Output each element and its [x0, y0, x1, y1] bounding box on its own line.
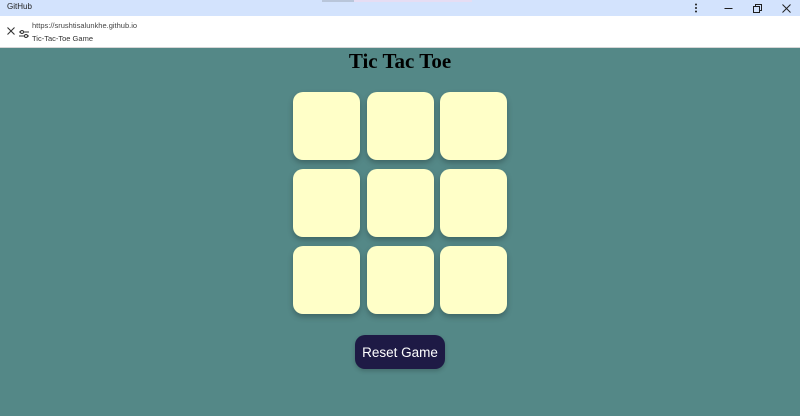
site-settings-button[interactable] [19, 26, 29, 38]
tune-icon [19, 30, 29, 38]
minimize-button[interactable] [714, 0, 742, 16]
menu-button[interactable] [682, 0, 710, 16]
game-board [293, 92, 507, 314]
tab-strip-fragment [354, 0, 472, 2]
page-url[interactable]: https://srushtisalunkhe.github.io [32, 21, 137, 30]
window-titlebar: GitHub [0, 0, 800, 16]
close-icon [7, 27, 15, 35]
board-cell-6[interactable] [440, 169, 507, 237]
board-cell-9[interactable] [440, 246, 507, 314]
close-icon [781, 3, 791, 13]
minimize-icon [724, 7, 732, 9]
vertical-dots-icon [695, 3, 697, 13]
board-cell-8[interactable] [366, 246, 434, 314]
restore-button[interactable] [743, 0, 771, 16]
board-cell-1[interactable] [293, 92, 360, 160]
page-title: Tic-Tac-Toe Game [32, 34, 93, 43]
board-cell-7[interactable] [293, 246, 360, 314]
game-title: Tic Tac Toe [348, 49, 452, 73]
tab-strip-fragment [322, 0, 354, 2]
app-name: GitHub [7, 2, 32, 11]
address-bar: https://srushtisalunkhe.github.io Tic-Ta… [0, 16, 800, 48]
restore-icon [752, 3, 762, 13]
window-close-button[interactable] [772, 0, 800, 16]
close-tab-button[interactable] [5, 26, 17, 38]
board-cell-4[interactable] [293, 169, 360, 237]
board-cell-2[interactable] [366, 92, 434, 160]
reset-game-button[interactable]: Reset Game [355, 335, 445, 369]
board-cell-3[interactable] [440, 92, 507, 160]
board-cell-5[interactable] [366, 169, 434, 237]
